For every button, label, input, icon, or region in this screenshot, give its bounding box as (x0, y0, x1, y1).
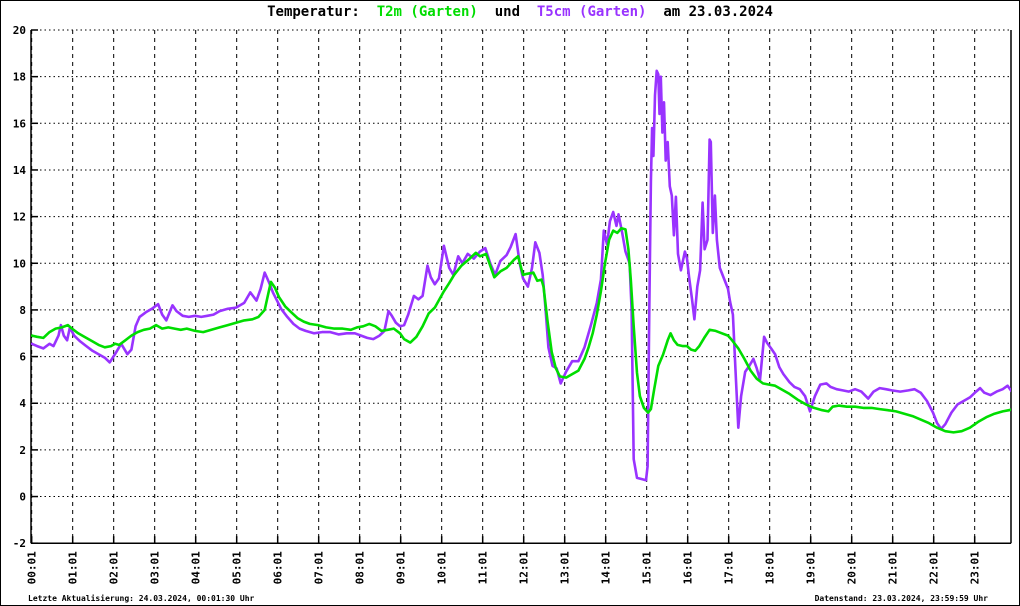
x-axis-label: 18:01 (764, 551, 777, 584)
x-axis-label: 15:01 (641, 551, 654, 584)
y-axis-label: 16 (13, 117, 27, 130)
x-axis-label: 01:01 (67, 551, 80, 584)
footer-data-state: Datenstand: 23.03.2024, 23:59:59 Uhr (814, 594, 988, 603)
x-axis-label: 03:01 (149, 551, 162, 584)
chart-title: Temperatur: T2m (Garten) und T5cm (Garte… (30, 4, 1010, 20)
title-series-t2m: T2m (Garten) (376, 4, 478, 20)
y-axis-label: 12 (13, 211, 26, 224)
x-axis-label: 17:01 (723, 551, 736, 584)
y-axis-label: -2 (13, 537, 26, 550)
x-axis-label: 04:01 (190, 551, 203, 584)
y-axis-label: 14 (13, 164, 27, 177)
x-axis-label: 21:01 (887, 551, 900, 584)
x-axis-label: 10:01 (436, 551, 449, 584)
y-axis-label: 4 (19, 397, 26, 410)
x-axis-label: 23:01 (969, 551, 982, 584)
x-axis-label: 22:01 (928, 551, 941, 584)
title-series-t5cm: T5cm (Garten) (536, 4, 647, 20)
y-axis-label: 2 (19, 444, 26, 457)
x-axis-label: 11:01 (477, 551, 490, 584)
x-axis-label: 06:01 (272, 551, 285, 584)
x-axis-label: 07:01 (313, 551, 326, 584)
title-mid: und (486, 4, 529, 20)
x-axis-label: 19:01 (805, 551, 818, 584)
y-axis-label: 18 (13, 71, 26, 84)
chart-frame: -2 0 2 4 6 8 10 12 14 16 18 20 00:01 01:01 02:01 03:01 0… (0, 0, 1020, 606)
x-axis-label: 02:01 (108, 551, 121, 584)
plot-area: -2 0 2 4 6 8 10 12 14 16 18 20 00:01 01:01 02:01 03:01 0… (13, 24, 1012, 584)
x-axis-label: 14:01 (600, 551, 613, 584)
series-line-t2m-garten- (31, 227, 1011, 434)
y-axis-label: 6 (19, 351, 26, 364)
y-axis-label: 8 (19, 304, 26, 317)
x-axis-label: 08:01 (354, 551, 367, 584)
x-axis-label: 13:01 (559, 551, 572, 584)
y-axis-label: 10 (13, 257, 26, 270)
y-axis-label: 0 (19, 491, 26, 504)
title-suffix: am 23.03.2024 (654, 4, 773, 20)
x-axis-label: 00:01 (26, 551, 39, 584)
x-axis-label: 09:01 (395, 551, 408, 584)
x-axis-label: 12:01 (518, 551, 531, 584)
footer-last-update: Letzte Aktualisierung: 24.03.2024, 00:01… (28, 594, 255, 603)
title-prefix: Temperatur: (267, 4, 369, 20)
y-axis-label: 20 (13, 24, 26, 37)
x-axis-label: 20:01 (846, 551, 859, 584)
x-axis-label: 16:01 (682, 551, 695, 584)
x-axis-label: 05:01 (231, 551, 244, 584)
